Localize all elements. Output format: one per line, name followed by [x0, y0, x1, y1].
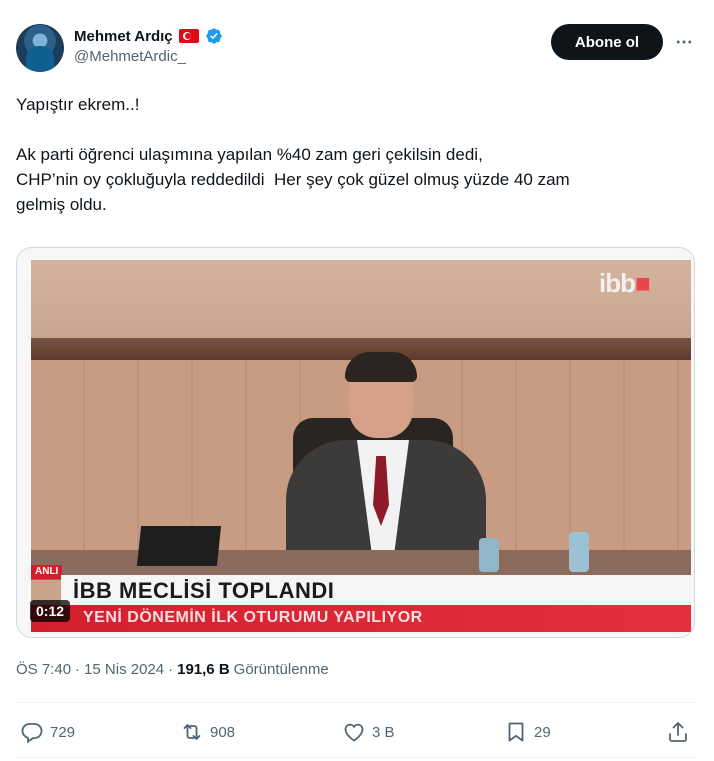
- like-icon: [344, 723, 364, 742]
- author-name[interactable]: Mehmet Ardıç: [74, 28, 173, 45]
- tweet-text: Yapıştır ekrem..! Ak parti öğrenci ulaşı…: [16, 95, 570, 214]
- news-lower-third: ANLI İBB MECLİSİ TOPLANDI YENİ DÖNEMİN İ…: [31, 565, 691, 632]
- reply-icon: [21, 723, 43, 744]
- more-icon[interactable]: [672, 30, 696, 54]
- meta-separator: ·: [168, 661, 174, 678]
- meta-separator: ·: [75, 661, 81, 678]
- views-label: Görüntülenme: [233, 661, 329, 678]
- tweet-meta: ÖS 7:40 · 15 Nis 2024 · 191,6 B Görüntül…: [16, 661, 329, 678]
- ibb-logo: ibb■: [599, 268, 651, 298]
- reply-button[interactable]: 729: [20, 712, 75, 752]
- tweet-time[interactable]: ÖS 7:40: [16, 661, 71, 678]
- avatar[interactable]: [16, 24, 64, 72]
- divider: [16, 757, 696, 758]
- video-card[interactable]: ibb■ ANLI İBB MECLİSİ TOPLANDI YENİ DÖNE…: [16, 247, 695, 638]
- action-bar: 729 908 3 B 29: [16, 712, 696, 752]
- author-handle[interactable]: @MehmetArdic_: [74, 48, 223, 65]
- flag-turkey-icon: [178, 29, 199, 43]
- like-count: 3 B: [372, 723, 395, 741]
- share-button[interactable]: [666, 712, 690, 752]
- news-headline: İBB MECLİSİ TOPLANDI: [73, 578, 335, 603]
- video-duration-badge: 0:12: [30, 600, 71, 622]
- video-frame-wall: [31, 260, 691, 340]
- monitor: [136, 526, 222, 566]
- verified-badge-icon: [205, 28, 222, 44]
- like-button[interactable]: 3 B: [342, 712, 395, 752]
- divider: [16, 702, 696, 703]
- share-icon: [669, 722, 687, 742]
- news-tag: ANLI: [31, 565, 63, 579]
- news-subheadline: YENİ DÖNEMİN İLK OTURUMU YAPILIYOR: [83, 609, 423, 626]
- tweet-header: Mehmet Ardıç @MehmetArdic_ Abone ol: [16, 22, 698, 74]
- follow-button[interactable]: Abone ol: [551, 24, 663, 60]
- repost-button[interactable]: 908: [180, 712, 235, 752]
- repost-count: 908: [210, 723, 236, 741]
- video-player[interactable]: ibb■ ANLI İBB MECLİSİ TOPLANDI YENİ DÖNE…: [31, 260, 691, 632]
- bookmark-icon: [508, 722, 524, 742]
- author-block: Mehmet Ardıç @MehmetArdic_: [74, 26, 223, 65]
- bookmark-button[interactable]: 29: [504, 712, 551, 752]
- name-row: Mehmet Ardıç: [74, 26, 223, 46]
- tweet-date[interactable]: 15 Nis 2024: [84, 661, 164, 678]
- views-count: 191,6 B: [177, 661, 230, 678]
- bookmark-count: 29: [534, 723, 551, 741]
- repost-icon: [183, 724, 201, 740]
- speaker-hair: [345, 352, 417, 382]
- reply-count: 729: [50, 723, 76, 741]
